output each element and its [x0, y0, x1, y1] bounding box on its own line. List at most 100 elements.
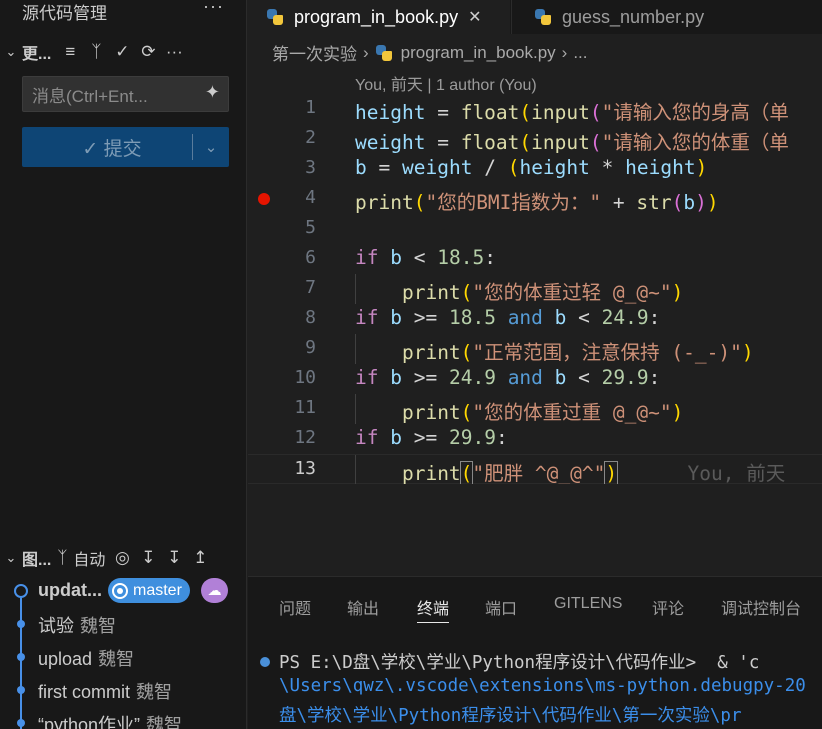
python-file-icon	[534, 8, 552, 26]
line-number: 4	[305, 187, 316, 208]
string-literal: "您的BMI指数为："	[425, 191, 602, 214]
graph-node	[17, 686, 25, 694]
checkmark-icon[interactable]: ✓	[109, 39, 135, 65]
commit-button[interactable]: ✓ 提交 ⌄	[22, 127, 229, 167]
line-number: 13	[294, 458, 316, 479]
line-number: 6	[305, 247, 316, 268]
graph-auto-label[interactable]: 自动	[73, 546, 105, 570]
target-icon	[112, 582, 128, 599]
string-literal: "您的体重过重 @_@~"	[472, 401, 672, 424]
line-number: 7	[305, 277, 316, 298]
terminal-line[interactable]: PS E:\D盘\学校\学业\Python程序设计\代码作业> & 'c	[279, 649, 759, 674]
sparkle-icon[interactable]: ✦	[205, 82, 220, 103]
terminal-status-dot	[260, 657, 270, 667]
string-literal: "正常范围，注意保持 (-_-)"	[472, 341, 742, 364]
code-line[interactable]: 1 height = float(input("请输入您的身高（单	[248, 94, 822, 124]
code-line[interactable]: 2 weight = float(input("请输入您的体重（单	[248, 124, 822, 154]
code-line[interactable]: 5	[248, 214, 822, 244]
tab-gitlens[interactable]: GITLENS	[554, 595, 622, 613]
chevron-right-icon: ›	[363, 42, 369, 62]
tab-label: program_in_book.py	[294, 6, 459, 27]
line-number: 2	[305, 127, 316, 148]
branch-badge-label: master	[133, 581, 182, 599]
line-number: 5	[305, 217, 316, 238]
code-line-current[interactable]: 13 print("肥胖 ^@_@^") You, 前天	[248, 454, 822, 484]
string-literal: "请输入您的体重（单	[601, 131, 789, 154]
chevron-down-icon[interactable]: ⌄	[193, 138, 229, 156]
string-literal: "请输入您的身高（单	[601, 101, 789, 124]
tab-problems[interactable]: 问题	[279, 595, 311, 619]
tab-label: guess_number.py	[562, 6, 705, 27]
branch-icon[interactable]: ᛉ	[51, 545, 73, 571]
code-line[interactable]: 3 b = weight / (height * height)	[248, 154, 822, 184]
codelens-blame[interactable]: You, 前天 | 1 author (You)	[355, 71, 537, 95]
commit-message: first commit	[38, 681, 130, 702]
graph-section-header[interactable]: ⌄ 图... ᛉ 自动 ◎ ↧ ↧ ↥	[0, 541, 246, 575]
refresh-icon[interactable]: ⟳	[135, 39, 161, 65]
breadcrumb-folder[interactable]: 第一次实验	[272, 40, 357, 65]
more-actions-icon[interactable]: ···	[161, 39, 187, 65]
fetch-icon[interactable]: ↧	[135, 545, 161, 571]
tab-output[interactable]: 输出	[347, 595, 379, 619]
tab-terminal[interactable]: 终端	[417, 595, 450, 623]
line-number: 8	[305, 307, 316, 328]
commit-button-label: ✓ 提交	[82, 138, 142, 160]
editor-tab-bar: program_in_book.py ✕ guess_number.py	[248, 0, 822, 34]
graph-commit-row[interactable]: first commit 魏智	[0, 674, 246, 707]
graph-head-node	[14, 584, 28, 598]
close-icon[interactable]: ✕	[468, 7, 481, 27]
breadcrumb: 第一次实验 › program_in_book.py › ...	[272, 40, 588, 65]
terminal-line[interactable]: \Users\qwz\.vscode\extensions\ms-python.…	[279, 676, 806, 696]
commit-message: updat...	[38, 580, 102, 600]
graph-node	[17, 620, 25, 628]
sidebar-title: 源代码管理	[22, 4, 107, 23]
terminal-line[interactable]: 盘\学校\学业\Python程序设计\代码作业\第一次实验\pr	[279, 702, 742, 727]
breadcrumb-symbol[interactable]: ...	[573, 43, 587, 63]
code-line[interactable]: 11 print("您的体重过重 @_@~")	[248, 394, 822, 424]
cloud-icon: ☁	[201, 578, 228, 603]
code-line[interactable]: 6 if b < 18.5:	[248, 244, 822, 274]
inline-blame: You, 前天	[687, 462, 786, 484]
tab-ports[interactable]: 端口	[485, 595, 517, 619]
python-file-icon	[266, 8, 284, 26]
code-line[interactable]: 12 if b >= 29.9:	[248, 424, 822, 454]
line-number: 1	[305, 97, 316, 118]
code-line[interactable]: 8 if b >= 18.5 and b < 24.9:	[248, 304, 822, 334]
branch-icon[interactable]: ᛉ	[83, 39, 109, 65]
commit-author: 魏智	[98, 648, 135, 669]
chevron-down-icon[interactable]: ⌄	[0, 44, 22, 60]
code-editor[interactable]: 1 height = float(input("请输入您的身高（单 2 weig…	[248, 94, 822, 484]
commit-message-input[interactable]: 消息(Ctrl+Ent... ✦	[22, 76, 229, 112]
graph-commit-row[interactable]: upload 魏智	[0, 641, 246, 674]
graph-commit-row[interactable]: 试验 魏智	[0, 608, 246, 641]
string-literal: "肥胖 ^@_@^"	[472, 462, 606, 484]
changes-section-header[interactable]: ⌄ 更... ≡ ᛉ ✓ ⟳ ···	[0, 35, 246, 69]
graph-commit-row[interactable]: updat... master ☁	[0, 574, 246, 607]
tab-program-in-book[interactable]: program_in_book.py ✕	[248, 0, 510, 34]
code-line[interactable]: 9 print("正常范围，注意保持 (-_-)")	[248, 334, 822, 364]
code-line[interactable]: 4 print("您的BMI指数为：" + str(b))	[248, 184, 822, 214]
chevron-right-icon: ›	[561, 42, 568, 62]
breadcrumb-file[interactable]: program_in_book.py	[401, 43, 556, 63]
commit-message: “python作业”	[38, 714, 141, 729]
tab-debug-console[interactable]: 调试控制台	[721, 595, 801, 619]
graph-commit-row[interactable]: “python作业” 魏智	[0, 707, 246, 729]
commit-author: 魏智	[136, 681, 172, 702]
branch-badge: master	[108, 578, 190, 603]
graph-section-label: 图...	[22, 552, 52, 569]
python-file-icon	[375, 44, 393, 62]
code-line[interactable]: 10 if b >= 24.9 and b < 29.9:	[248, 364, 822, 394]
target-icon[interactable]: ◎	[109, 545, 135, 571]
bottom-panel: 问题 输出 终端 端口 GITLENS 评论 调试控制台 PS E:\D盘\学校…	[248, 576, 822, 729]
line-number: 3	[305, 157, 316, 178]
list-view-icon[interactable]: ≡	[57, 39, 83, 65]
chevron-down-icon[interactable]: ⌄	[0, 550, 22, 566]
more-actions-icon[interactable]: ···	[203, 0, 224, 17]
pull-icon[interactable]: ↧	[161, 545, 187, 571]
tab-guess-number[interactable]: guess_number.py	[511, 0, 751, 34]
code-line[interactable]: 7 print("您的体重过轻 @_@~")	[248, 274, 822, 304]
tab-comments[interactable]: 评论	[652, 595, 684, 619]
commit-author: 魏智	[146, 714, 183, 729]
push-icon[interactable]: ↥	[187, 545, 213, 571]
commit-author: 魏智	[80, 615, 116, 636]
